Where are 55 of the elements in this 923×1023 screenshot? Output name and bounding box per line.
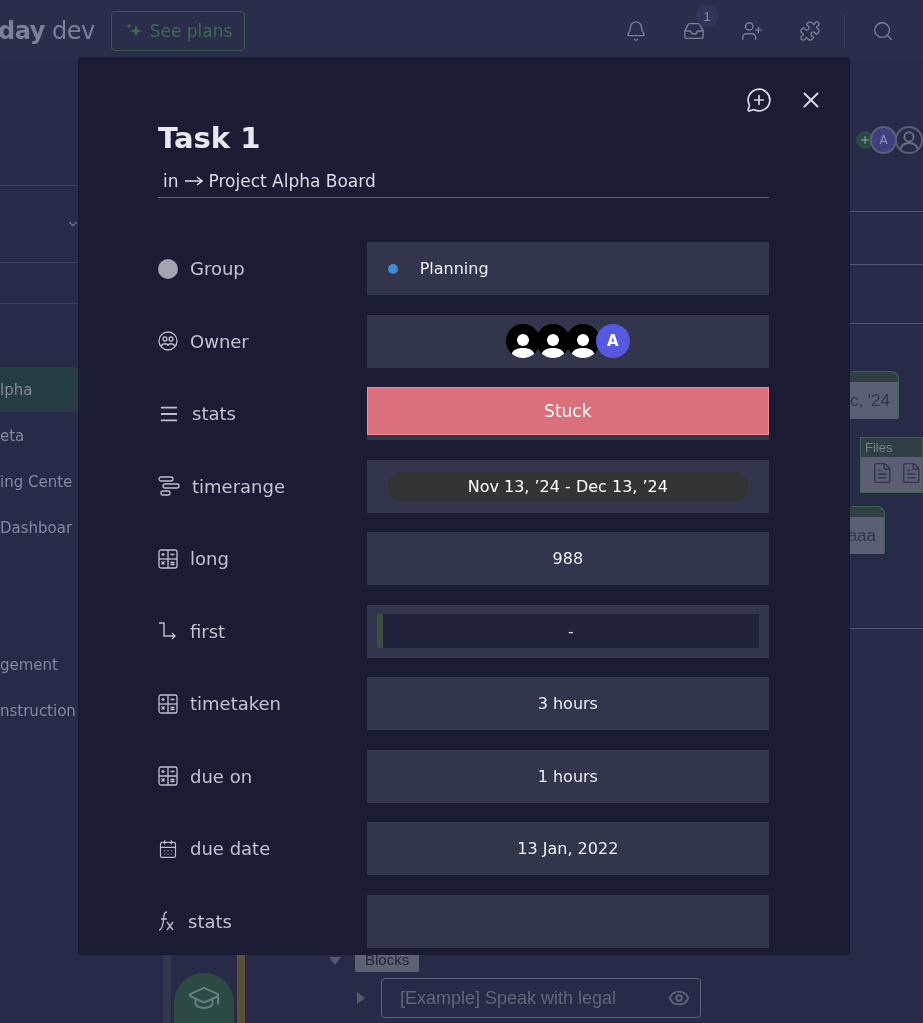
- dependency-bar[interactable]: -: [376, 614, 759, 648]
- user-avatar: [565, 324, 600, 358]
- field-label: stats: [188, 910, 232, 932]
- item-title: Task 1: [158, 121, 262, 155]
- sidebar-item[interactable]: lpha: [0, 367, 80, 412]
- calculator-icon: [158, 548, 178, 569]
- value-cell[interactable]: 3 hours: [366, 677, 769, 730]
- group-cell[interactable]: Planning: [366, 242, 769, 295]
- add-icon[interactable]: [856, 131, 874, 149]
- value-cell[interactable]: 1 hours: [366, 749, 769, 803]
- field-label: due date: [190, 838, 271, 859]
- field-label: due on: [190, 765, 253, 787]
- people-cell[interactable]: A: [366, 314, 769, 368]
- user-avatar: [505, 324, 540, 358]
- sidebar-item[interactable]: gement: [0, 642, 80, 687]
- field-label: long: [190, 548, 229, 569]
- count-badge: 1: [696, 5, 718, 27]
- breadcrumb-prefix: in: [163, 171, 179, 191]
- value-cell[interactable]: 988: [366, 532, 769, 585]
- field-label: timerange: [192, 475, 285, 497]
- inbox-icon[interactable]: [683, 20, 705, 42]
- board-link[interactable]: Project Alpha Board: [208, 171, 376, 191]
- bell-icon[interactable]: [625, 20, 647, 42]
- calendar-icon: [158, 838, 178, 859]
- field-label: timetaken: [190, 693, 282, 714]
- corner-arrow-icon: [158, 621, 178, 641]
- search-icon[interactable]: [872, 20, 894, 42]
- timeline-pill[interactable]: Nov 13, ’24 - Dec 13, ’24: [387, 471, 748, 501]
- circle-icon: [158, 258, 178, 279]
- sidebar-item[interactable]: ing Cente: [0, 459, 80, 504]
- sidebar-item[interactable]: eta: [0, 413, 80, 458]
- field-label: Group: [190, 258, 245, 279]
- calculator-icon: [158, 766, 178, 786]
- files-label: Files: [861, 438, 922, 457]
- sidebar-item[interactable]: nstruction: [0, 688, 80, 733]
- caret-down-icon[interactable]: [329, 957, 341, 965]
- sidebar-item[interactable]: Dashboar: [0, 505, 80, 550]
- graduation-cap-icon: [174, 973, 234, 1023]
- calculator-icon: [158, 693, 178, 714]
- status-label[interactable]: Stuck: [366, 387, 769, 435]
- field-label: Owner: [190, 330, 249, 352]
- people-icon: [158, 331, 178, 351]
- puzzle-icon[interactable]: [799, 20, 821, 42]
- formula-cell[interactable]: [366, 894, 769, 948]
- field-label: stats: [192, 403, 236, 424]
- timeline-icon: [158, 475, 180, 497]
- caret-right-icon[interactable]: [357, 992, 365, 1004]
- user-avatar: A: [869, 126, 898, 154]
- group-name: Planning: [419, 259, 489, 278]
- function-icon: [158, 910, 176, 932]
- field-label: first: [190, 620, 226, 642]
- user-avatar: A: [595, 324, 630, 358]
- arrow-icon: [184, 176, 203, 186]
- invite-icon[interactable]: [741, 20, 763, 42]
- value-cell[interactable]: 13 Jan, 2022: [366, 822, 769, 875]
